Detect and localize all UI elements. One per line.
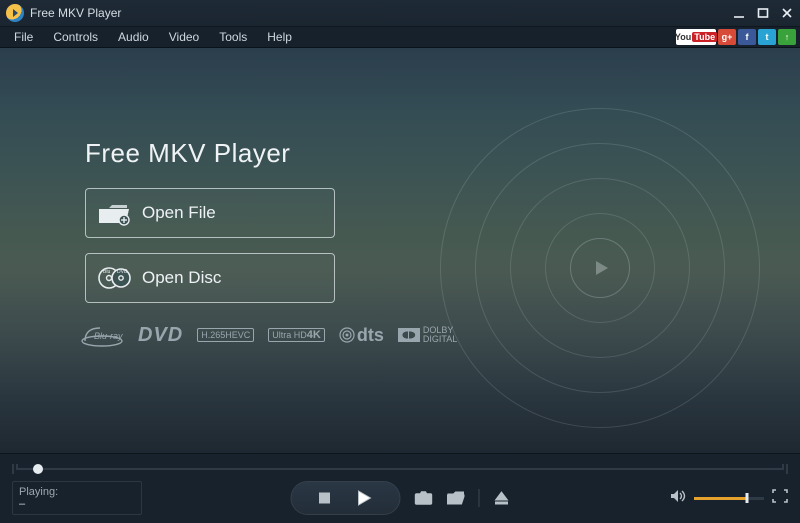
now-playing-label: Playing:	[19, 486, 135, 498]
social-googleplus[interactable]: g+	[718, 29, 736, 45]
menu-tools[interactable]: Tools	[209, 28, 257, 46]
dolby-icon: DOLBYDIGITAL	[398, 326, 457, 344]
main-area: Free MKV Player Open File Blu DVD Open Di…	[0, 48, 800, 453]
fullscreen-button[interactable]	[772, 489, 788, 508]
menubar: File Controls Audio Video Tools Help You…	[0, 26, 800, 48]
svg-text:Blu: Blu	[103, 269, 110, 275]
social-upload[interactable]: ↑	[778, 29, 796, 45]
close-button[interactable]	[780, 6, 794, 20]
now-playing-value: –	[19, 498, 135, 510]
open-disc-label: Open Disc	[142, 268, 221, 288]
open-file-button[interactable]: Open File	[85, 188, 335, 238]
play-graphic	[440, 108, 760, 428]
menu-file[interactable]: File	[4, 28, 43, 46]
h265-badge: H.265HEVC	[197, 328, 254, 342]
dts-icon: dts	[339, 325, 384, 346]
seek-bar[interactable]	[12, 460, 788, 477]
playback-pill	[291, 481, 401, 515]
controls-bar: Playing: –	[0, 453, 800, 523]
menu-help[interactable]: Help	[257, 28, 302, 46]
social-youtube[interactable]: YouTube	[676, 29, 716, 45]
app-logo-icon	[6, 4, 24, 22]
titlebar: Free MKV Player	[0, 0, 800, 26]
volume-control[interactable]	[670, 489, 764, 508]
separator	[479, 489, 480, 507]
bluray-icon: Blu-ray	[80, 323, 124, 347]
menu-video[interactable]: Video	[159, 28, 209, 46]
disc-icon: Blu DVD	[86, 264, 142, 292]
seek-knob[interactable]	[33, 464, 43, 474]
maximize-button[interactable]	[756, 6, 770, 20]
svg-text:Blu-ray: Blu-ray	[94, 331, 123, 341]
menu-controls[interactable]: Controls	[43, 28, 108, 46]
now-playing-panel: Playing: –	[12, 481, 142, 515]
social-twitter[interactable]: t	[758, 29, 776, 45]
volume-knob[interactable]	[745, 493, 748, 503]
play-button[interactable]	[355, 489, 373, 507]
volume-icon[interactable]	[670, 489, 688, 508]
open-file-label: Open File	[142, 203, 216, 223]
minimize-button[interactable]	[732, 6, 746, 20]
app-title: Free MKV Player	[30, 6, 121, 20]
play-icon	[570, 238, 630, 298]
stop-button[interactable]	[319, 492, 331, 504]
uhd4k-badge: Ultra HD4K	[268, 328, 325, 342]
volume-track[interactable]	[694, 497, 764, 500]
svg-text:DVD: DVD	[117, 269, 128, 275]
eject-button[interactable]	[494, 491, 510, 505]
format-badges: Blu-ray DVD H.265HEVC Ultra HD4K dts DOL…	[80, 323, 457, 347]
dvd-icon: DVD	[138, 324, 183, 347]
open-disc-button[interactable]: Blu DVD Open Disc	[85, 253, 335, 303]
snapshot-button[interactable]	[415, 491, 433, 505]
social-facebook[interactable]: f	[738, 29, 756, 45]
menu-audio[interactable]: Audio	[108, 28, 159, 46]
open-button[interactable]	[447, 491, 465, 505]
page-heading: Free MKV Player	[85, 138, 290, 169]
folder-plus-icon	[86, 200, 142, 226]
